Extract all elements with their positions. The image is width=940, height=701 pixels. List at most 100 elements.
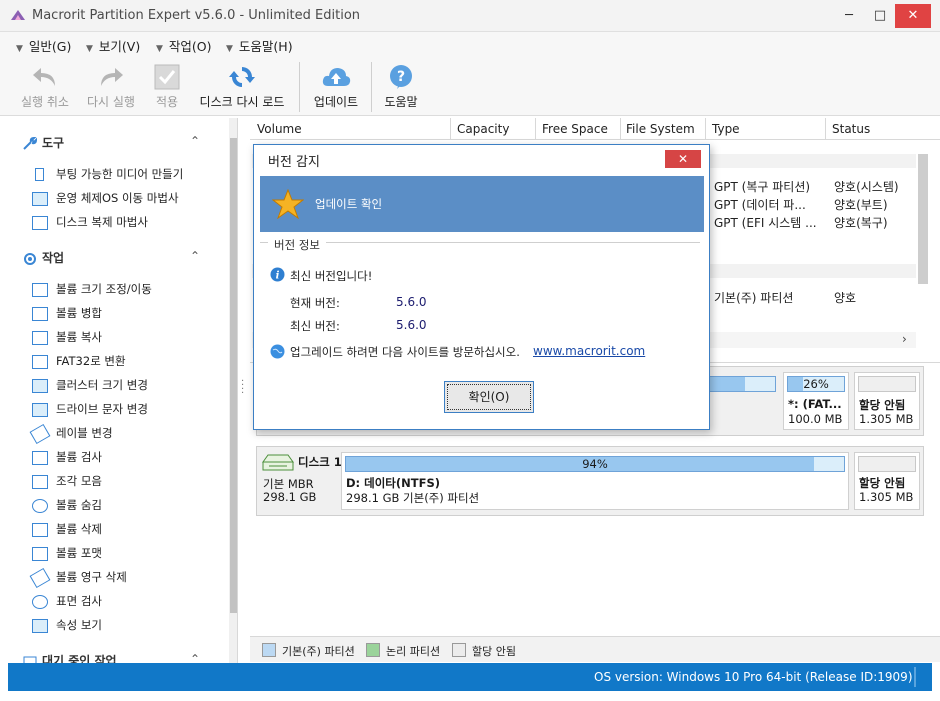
partition-unallocated[interactable]: 할당 안됨 1.305 MB <box>854 372 920 430</box>
apply-icon <box>154 64 180 90</box>
row-status: 양호(부트) <box>834 198 888 212</box>
toolbar-separator <box>371 62 372 112</box>
chevron-down-icon: ▼ <box>16 44 23 54</box>
ok-button[interactable]: 확인(O) <box>444 381 534 413</box>
tools-section-header[interactable]: 도구 <box>22 134 64 151</box>
sidebar-item-bootable-media[interactable]: 부팅 가능한 미디어 만들기 <box>32 166 183 184</box>
menu-view[interactable]: ▼ 보기(V) <box>86 36 140 55</box>
column-free-space[interactable]: Free Space <box>542 122 608 136</box>
scroll-right-icon[interactable]: › <box>902 332 907 346</box>
column-divider <box>450 118 451 140</box>
sidebar-item-defrag[interactable]: 조각 모음 <box>32 473 102 491</box>
star-icon <box>272 189 304 219</box>
column-type[interactable]: Type <box>712 122 740 136</box>
version-dialog: 버전 감지 ✕ 업데이트 확인 버전 정보 i 최신 버전입니다! 현재 버전:… <box>253 144 710 430</box>
column-file-system[interactable]: File System <box>626 122 695 136</box>
partition-usage-bar <box>700 376 776 392</box>
row-type: 기본(주) 파티션 <box>714 291 794 305</box>
collapse-pending-icon[interactable]: ⌃ <box>190 652 200 663</box>
column-volume[interactable]: Volume <box>257 122 302 136</box>
disk-name: 디스크 1 <box>298 455 342 469</box>
sidebar-item-copy[interactable]: 볼륨 복사 <box>32 329 102 347</box>
usb-icon <box>35 168 44 181</box>
operations-section-header[interactable]: 작업 <box>22 249 64 266</box>
maximize-button[interactable]: □ <box>865 4 895 28</box>
dialog-close-button[interactable]: ✕ <box>665 150 701 168</box>
scrollbar-thumb[interactable] <box>230 138 237 613</box>
sidebar-item-drive-letter[interactable]: 드라이브 문자 변경 <box>32 401 148 419</box>
menu-help[interactable]: ▼ 도움말(H) <box>226 36 293 55</box>
volume-table-header: Volume Capacity Free Space File System T… <box>250 118 940 140</box>
chevron-down-icon: ▼ <box>86 44 93 54</box>
sidebar-scrollbar[interactable] <box>229 118 237 663</box>
current-version-value: 5.6.0 <box>396 295 427 309</box>
update-button[interactable]: 업데이트 <box>308 60 364 114</box>
svg-text:?: ? <box>397 69 405 85</box>
reload-disk-button[interactable]: 디스크 다시 로드 <box>194 60 290 114</box>
latest-version-value: 5.6.0 <box>396 318 427 332</box>
resize-icon <box>32 282 48 297</box>
sidebar-item-disk-clone[interactable]: 디스크 복제 마법사 <box>32 214 148 232</box>
sidebar-item-merge[interactable]: 볼륨 병합 <box>32 305 102 323</box>
sidebar-item-hide[interactable]: 볼륨 숨김 <box>32 497 102 515</box>
merge-icon <box>32 306 48 321</box>
partition-unallocated[interactable]: 할당 안됨 1.305 MB <box>854 452 920 510</box>
pending-section-header[interactable]: 대기 중인 작업 <box>22 652 117 663</box>
hard-disk-icon <box>262 454 294 471</box>
partition-usage-bar: 94% <box>345 456 845 472</box>
partition-fat[interactable]: 26% *: (FAT... 100.0 MB <box>783 372 849 430</box>
legend-unallocated: 할당 안됨 <box>472 645 516 658</box>
redo-icon <box>101 68 123 86</box>
sidebar-item-resize-move[interactable]: 볼륨 크기 조정/이동 <box>32 281 152 299</box>
collapse-tools-icon[interactable]: ⌃ <box>190 134 200 148</box>
disk-size: 298.1 GB <box>263 490 317 504</box>
sidebar-item-check[interactable]: 볼륨 검사 <box>32 449 102 467</box>
collapse-operations-icon[interactable]: ⌃ <box>190 249 200 263</box>
section-divider <box>260 242 700 243</box>
section-version-info: 버전 정보 <box>268 237 326 253</box>
sidebar-item-wipe[interactable]: 볼륨 영구 삭제 <box>29 567 127 588</box>
redo-button[interactable]: 다시 실행 <box>82 60 140 114</box>
minimize-button[interactable]: ─ <box>834 4 864 28</box>
scrollbar-thumb[interactable] <box>918 154 928 284</box>
undo-button[interactable]: 실행 취소 <box>14 60 76 114</box>
sidebar-item-surface-test[interactable]: 표면 검사 <box>32 593 102 611</box>
unallocated-label: 할당 안됨 <box>859 476 906 490</box>
apply-button[interactable]: 적용 <box>148 60 186 114</box>
logical-swatch <box>366 643 380 657</box>
sidebar-item-cluster-size[interactable]: 클러스터 크기 변경 <box>32 377 148 395</box>
menu-operation[interactable]: ▼ 작업(O) <box>156 36 212 55</box>
copy-icon <box>32 330 48 345</box>
chevron-down-icon: ▼ <box>156 44 163 54</box>
sidebar-item-format[interactable]: 볼륨 포맷 <box>32 545 102 563</box>
table-vertical-scrollbar[interactable] <box>916 140 930 332</box>
close-button[interactable]: ✕ <box>895 4 931 28</box>
unallocated-swatch <box>452 643 466 657</box>
help-button[interactable]: ? 도움말 <box>378 60 424 114</box>
partition-d[interactable]: 94% D: 데이타(NTFS) 298.1 GB 기본(주) 파티션 <box>341 452 849 510</box>
operations-icon <box>24 252 36 265</box>
column-capacity[interactable]: Capacity <box>457 122 509 136</box>
status-bar: OS version: Windows 10 Pro 64-bit (Relea… <box>8 663 932 691</box>
website-link[interactable]: www.macrorit.com <box>533 344 645 358</box>
sidebar-item-os-migrate[interactable]: 운영 체제OS 이동 마법사 <box>32 190 179 208</box>
column-divider <box>620 118 621 140</box>
column-status[interactable]: Status <box>832 122 870 136</box>
sidebar-item-delete[interactable]: 볼륨 삭제 <box>32 521 102 539</box>
cluster-icon <box>32 378 48 393</box>
app-logo-icon <box>11 10 25 20</box>
menu-general[interactable]: ▼ 일반(G) <box>16 36 71 55</box>
toolbar: 실행 취소 다시 실행 적용 디스크 다시 로드 업데이트 ? 도움말 <box>0 56 940 116</box>
unallocated-size: 1.305 MB <box>859 412 914 426</box>
sidebar-item-label[interactable]: 레이블 변경 <box>29 423 113 444</box>
tools-icon <box>23 136 38 150</box>
cloud-upload-icon <box>322 68 351 86</box>
format-icon <box>32 546 48 561</box>
os-version-text: OS version: Windows 10 Pro 64-bit (Relea… <box>594 670 913 684</box>
wipe-icon <box>29 567 51 588</box>
splitter-handle[interactable]: · · · · <box>241 377 244 399</box>
unallocated-size: 1.305 MB <box>859 490 914 504</box>
sidebar-item-properties[interactable]: 속성 보기 <box>32 617 102 635</box>
sidebar-item-convert-fat32[interactable]: FAT32로 변환 <box>32 353 126 371</box>
convert-icon <box>32 354 48 369</box>
